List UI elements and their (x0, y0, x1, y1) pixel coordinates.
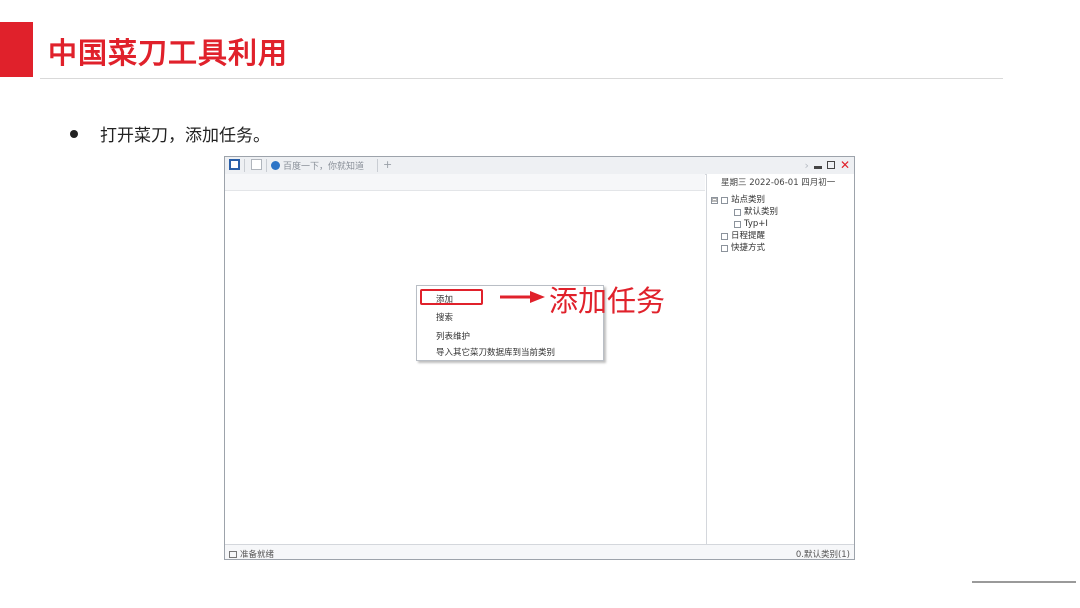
tree-item-schedule[interactable]: 日程提醒 (711, 230, 778, 242)
toolbar-separator (244, 159, 245, 172)
date-display: 星期三 2022-06-01 四月初一 (721, 178, 836, 188)
bullet-text: 打开菜刀，添加任务。 (100, 126, 270, 146)
window-mode-icon[interactable] (229, 159, 240, 170)
callout-text: 添加任务 (549, 284, 666, 318)
tree-item-label: 快捷方式 (731, 243, 766, 253)
tree-item-default-category[interactable]: 默认类别 (711, 206, 778, 218)
toolbar-separator (266, 159, 267, 172)
caidao-app-window: 百度一下，你就知道 + › ✕ 星期三 2022-06-01 四月初一 ⊟ 站点… (224, 156, 855, 560)
shortcut-icon (721, 244, 728, 252)
footer-line (972, 581, 1076, 583)
slide-title: 中国菜刀工具利用 (48, 36, 289, 70)
side-panel: 星期三 2022-06-01 四月初一 ⊟ 站点类别 默认类别 Typ+I 日程… (706, 174, 854, 544)
menu-item-add[interactable]: 添加 (436, 293, 453, 305)
menu-item-import-database[interactable]: 导入其它菜刀数据库到当前类别 (436, 346, 555, 358)
status-icon (229, 550, 237, 558)
tree-item-label: 日程提醒 (731, 231, 766, 241)
title-divider (40, 78, 1003, 79)
status-category-count: 0.默认类别(1) (795, 550, 850, 560)
toolbar-separator (377, 159, 378, 172)
window-controls: › ✕ (805, 157, 850, 173)
browser-tab-label: 百度一下，你就知道 (283, 162, 365, 172)
menu-item-search[interactable]: 搜索 (436, 311, 453, 323)
tree-item-label: 默认类别 (744, 207, 779, 217)
globe-icon (271, 161, 280, 170)
blank-page-icon[interactable] (251, 159, 262, 170)
maximize-button[interactable] (826, 161, 835, 169)
bullet-row: 打开菜刀，添加任务。 (70, 121, 270, 146)
tree-item-label: Typ+I (744, 219, 768, 229)
tree-item-label: 站点类别 (731, 195, 766, 205)
app-toolbar: 百度一下，你就知道 + › ✕ (225, 157, 854, 175)
category-tree: ⊟ 站点类别 默认类别 Typ+I 日程提醒 快捷方式 (711, 194, 778, 254)
arrow-right-icon (500, 291, 545, 303)
status-text: 准备就绪 (240, 550, 275, 560)
folder-icon (734, 208, 741, 216)
minimize-button[interactable] (813, 165, 822, 169)
new-tab-button[interactable]: + (383, 158, 392, 171)
slide-accent-bar (0, 22, 33, 77)
close-button[interactable]: ✕ (840, 158, 850, 172)
browser-tab[interactable]: 百度一下，你就知道 (271, 159, 364, 172)
chevron-right-icon[interactable]: › (805, 159, 809, 172)
tree-item-shortcuts[interactable]: 快捷方式 (711, 242, 778, 254)
tree-item-site-categories[interactable]: ⊟ 站点类别 (711, 194, 778, 206)
database-icon (721, 196, 728, 204)
status-bar: 准备就绪 0.默认类别(1) (225, 544, 854, 560)
collapse-icon[interactable]: ⊟ (711, 196, 718, 204)
calendar-icon (721, 232, 728, 240)
bullet-dot (70, 129, 78, 138)
tree-item-typ[interactable]: Typ+I (711, 218, 778, 230)
sub-toolbar (225, 174, 705, 191)
folder-icon (734, 220, 741, 228)
menu-item-list-maintenance[interactable]: 列表维护 (436, 330, 470, 342)
status-left: 准备就绪 (229, 548, 275, 560)
